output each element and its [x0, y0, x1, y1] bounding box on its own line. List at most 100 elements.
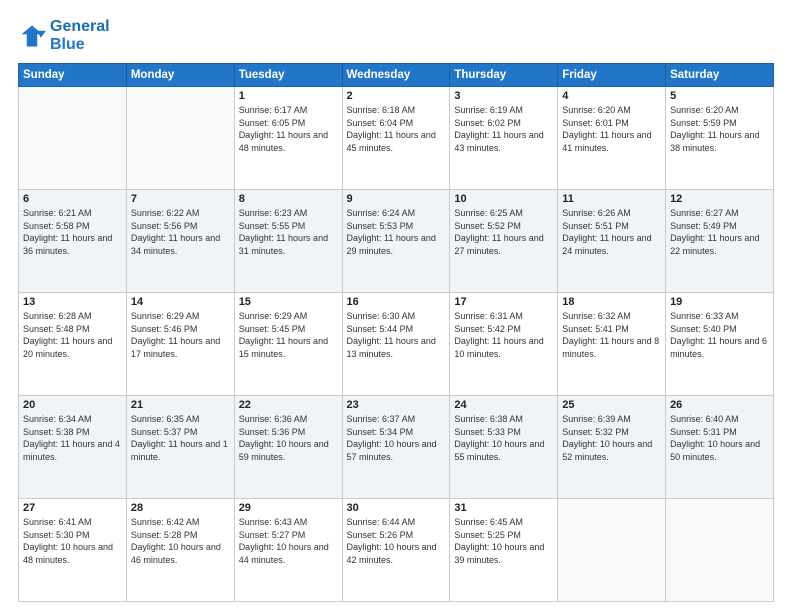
day-cell: 2 Sunrise: 6:18 AM Sunset: 6:04 PM Daylig… — [342, 87, 450, 190]
week-row-5: 27 Sunrise: 6:41 AM Sunset: 5:30 PM Dayli… — [19, 499, 774, 602]
day-info: Sunrise: 6:29 AM Sunset: 5:45 PM Dayligh… — [239, 310, 338, 360]
day-info: Sunrise: 6:44 AM Sunset: 5:26 PM Dayligh… — [347, 516, 446, 566]
weekday-header-wednesday: Wednesday — [342, 64, 450, 87]
day-number: 27 — [23, 502, 122, 514]
day-cell — [558, 499, 666, 602]
day-cell: 5Sunrise: 6:20 AM Sunset: 5:59 PM Daylig… — [666, 87, 774, 190]
logo: General Blue — [18, 18, 110, 53]
day-cell: 26 Sunrise: 6:40 AM Sunset: 5:31 PM Dayli… — [666, 396, 774, 499]
day-info: Sunrise: 6:21 AM Sunset: 5:58 PM Dayligh… — [23, 207, 122, 257]
day-number: 1 — [239, 90, 338, 102]
weekday-header-tuesday: Tuesday — [234, 64, 342, 87]
day-cell: 15 Sunrise: 6:29 AM Sunset: 5:45 PM Dayli… — [234, 293, 342, 396]
day-number: 14 — [131, 296, 230, 308]
day-info: Sunrise: 6:17 AM Sunset: 6:05 PM Dayligh… — [239, 104, 338, 154]
day-cell: 27 Sunrise: 6:41 AM Sunset: 5:30 PM Dayli… — [19, 499, 127, 602]
day-cell: 22Sunrise: 6:36 AM Sunset: 5:36 PM Dayli… — [234, 396, 342, 499]
day-number: 24 — [454, 399, 553, 411]
day-info: Sunrise: 6:36 AM Sunset: 5:36 PM Dayligh… — [239, 413, 338, 463]
day-info: Sunrise: 6:24 AM Sunset: 5:53 PM Dayligh… — [347, 207, 446, 257]
day-cell: 14 Sunrise: 6:29 AM Sunset: 5:46 PM Dayli… — [126, 293, 234, 396]
logo-text: General Blue — [50, 18, 110, 53]
day-cell: 3Sunrise: 6:19 AM Sunset: 6:02 PM Daylig… — [450, 87, 558, 190]
day-info: Sunrise: 6:42 AM Sunset: 5:28 PM Dayligh… — [131, 516, 230, 566]
day-number: 30 — [347, 502, 446, 514]
day-info: Sunrise: 6:32 AM Sunset: 5:41 PM Dayligh… — [562, 310, 661, 360]
day-number: 15 — [239, 296, 338, 308]
day-cell: 23Sunrise: 6:37 AM Sunset: 5:34 PM Dayli… — [342, 396, 450, 499]
day-cell: 30 Sunrise: 6:44 AM Sunset: 5:26 PM Dayli… — [342, 499, 450, 602]
day-info: Sunrise: 6:43 AM Sunset: 5:27 PM Dayligh… — [239, 516, 338, 566]
day-number: 13 — [23, 296, 122, 308]
day-cell: 6 Sunrise: 6:21 AM Sunset: 5:58 PM Daylig… — [19, 190, 127, 293]
day-cell: 7 Sunrise: 6:22 AM Sunset: 5:56 PM Daylig… — [126, 190, 234, 293]
day-number: 19 — [670, 296, 769, 308]
day-number: 25 — [562, 399, 661, 411]
week-row-1: 1 Sunrise: 6:17 AM Sunset: 6:05 PM Daylig… — [19, 87, 774, 190]
day-cell — [19, 87, 127, 190]
day-info: Sunrise: 6:23 AM Sunset: 5:55 PM Dayligh… — [239, 207, 338, 257]
day-info: Sunrise: 6:22 AM Sunset: 5:56 PM Dayligh… — [131, 207, 230, 257]
day-cell: 31 Sunrise: 6:45 AM Sunset: 5:25 PM Dayli… — [450, 499, 558, 602]
day-cell: 29 Sunrise: 6:43 AM Sunset: 5:27 PM Dayli… — [234, 499, 342, 602]
day-info: Sunrise: 6:20 AM Sunset: 6:01 PM Dayligh… — [562, 104, 661, 154]
day-number: 6 — [23, 193, 122, 205]
day-cell: 25 Sunrise: 6:39 AM Sunset: 5:32 PM Dayli… — [558, 396, 666, 499]
day-info: Sunrise: 6:26 AM Sunset: 5:51 PM Dayligh… — [562, 207, 661, 257]
day-cell: 12 Sunrise: 6:27 AM Sunset: 5:49 PM Dayli… — [666, 190, 774, 293]
day-number: 2 — [347, 90, 446, 102]
day-info: Sunrise: 6:33 AM Sunset: 5:40 PM Dayligh… — [670, 310, 769, 360]
day-cell: 17Sunrise: 6:31 AM Sunset: 5:42 PM Dayli… — [450, 293, 558, 396]
header: General Blue — [18, 18, 774, 53]
day-number: 7 — [131, 193, 230, 205]
day-info: Sunrise: 6:25 AM Sunset: 5:52 PM Dayligh… — [454, 207, 553, 257]
weekday-header-monday: Monday — [126, 64, 234, 87]
day-info: Sunrise: 6:45 AM Sunset: 5:25 PM Dayligh… — [454, 516, 553, 566]
day-number: 26 — [670, 399, 769, 411]
day-number: 8 — [239, 193, 338, 205]
day-cell: 18Sunrise: 6:32 AM Sunset: 5:41 PM Dayli… — [558, 293, 666, 396]
day-info: Sunrise: 6:18 AM Sunset: 6:04 PM Dayligh… — [347, 104, 446, 154]
day-number: 16 — [347, 296, 446, 308]
day-number: 20 — [23, 399, 122, 411]
day-cell — [126, 87, 234, 190]
day-info: Sunrise: 6:29 AM Sunset: 5:46 PM Dayligh… — [131, 310, 230, 360]
day-info: Sunrise: 6:39 AM Sunset: 5:32 PM Dayligh… — [562, 413, 661, 463]
calendar-table: SundayMondayTuesdayWednesdayThursdayFrid… — [18, 63, 774, 602]
day-info: Sunrise: 6:41 AM Sunset: 5:30 PM Dayligh… — [23, 516, 122, 566]
week-row-3: 13 Sunrise: 6:28 AM Sunset: 5:48 PM Dayli… — [19, 293, 774, 396]
day-cell: 24Sunrise: 6:38 AM Sunset: 5:33 PM Dayli… — [450, 396, 558, 499]
weekday-header-thursday: Thursday — [450, 64, 558, 87]
weekday-header-saturday: Saturday — [666, 64, 774, 87]
weekday-header-row: SundayMondayTuesdayWednesdayThursdayFrid… — [19, 64, 774, 87]
day-cell: 21Sunrise: 6:35 AM Sunset: 5:37 PM Dayli… — [126, 396, 234, 499]
day-cell: 1 Sunrise: 6:17 AM Sunset: 6:05 PM Daylig… — [234, 87, 342, 190]
day-cell: 16Sunrise: 6:30 AM Sunset: 5:44 PM Dayli… — [342, 293, 450, 396]
day-number: 9 — [347, 193, 446, 205]
day-info: Sunrise: 6:35 AM Sunset: 5:37 PM Dayligh… — [131, 413, 230, 463]
day-number: 10 — [454, 193, 553, 205]
day-cell: 9 Sunrise: 6:24 AM Sunset: 5:53 PM Daylig… — [342, 190, 450, 293]
day-info: Sunrise: 6:34 AM Sunset: 5:38 PM Dayligh… — [23, 413, 122, 463]
day-info: Sunrise: 6:40 AM Sunset: 5:31 PM Dayligh… — [670, 413, 769, 463]
day-number: 4 — [562, 90, 661, 102]
day-cell: 11 Sunrise: 6:26 AM Sunset: 5:51 PM Dayli… — [558, 190, 666, 293]
day-number: 23 — [347, 399, 446, 411]
day-number: 12 — [670, 193, 769, 205]
day-number: 29 — [239, 502, 338, 514]
day-cell: 4 Sunrise: 6:20 AM Sunset: 6:01 PM Daylig… — [558, 87, 666, 190]
logo-icon — [18, 22, 46, 50]
weekday-header-sunday: Sunday — [19, 64, 127, 87]
weekday-header-friday: Friday — [558, 64, 666, 87]
day-info: Sunrise: 6:28 AM Sunset: 5:48 PM Dayligh… — [23, 310, 122, 360]
day-cell: 13 Sunrise: 6:28 AM Sunset: 5:48 PM Dayli… — [19, 293, 127, 396]
day-info: Sunrise: 6:27 AM Sunset: 5:49 PM Dayligh… — [670, 207, 769, 257]
day-number: 11 — [562, 193, 661, 205]
day-cell: 19 Sunrise: 6:33 AM Sunset: 5:40 PM Dayli… — [666, 293, 774, 396]
day-info: Sunrise: 6:20 AM Sunset: 5:59 PM Dayligh… — [670, 104, 769, 154]
week-row-2: 6 Sunrise: 6:21 AM Sunset: 5:58 PM Daylig… — [19, 190, 774, 293]
day-cell: 28Sunrise: 6:42 AM Sunset: 5:28 PM Dayli… — [126, 499, 234, 602]
day-number: 17 — [454, 296, 553, 308]
day-number: 31 — [454, 502, 553, 514]
day-cell: 10 Sunrise: 6:25 AM Sunset: 5:52 PM Dayli… — [450, 190, 558, 293]
